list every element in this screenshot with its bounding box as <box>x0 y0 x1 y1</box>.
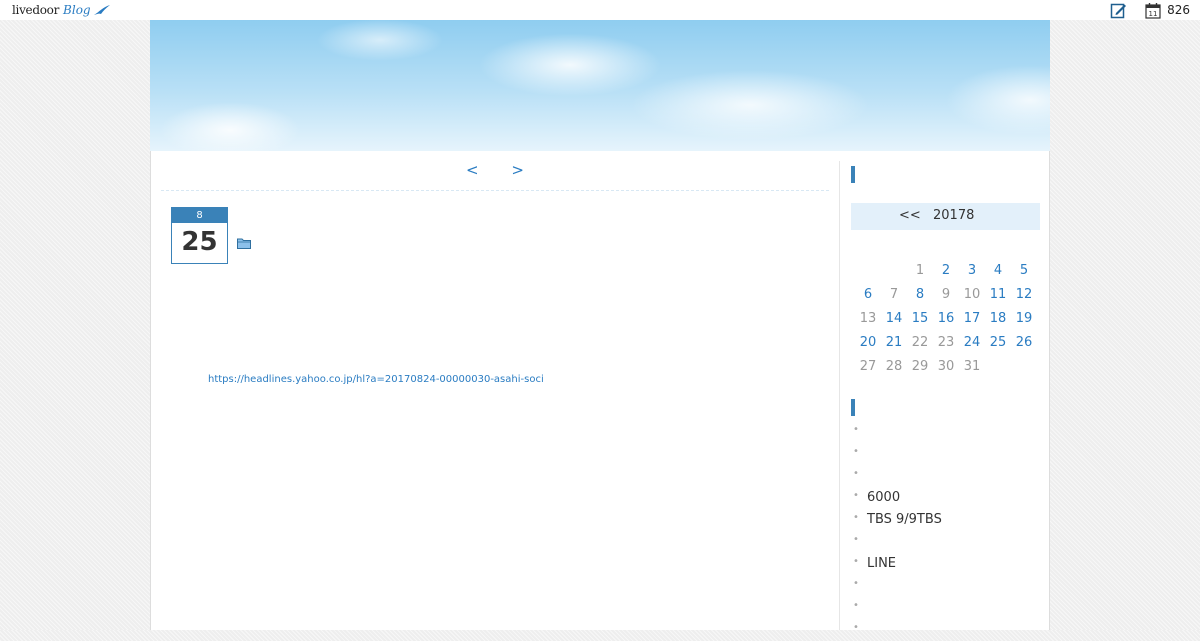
calendar-day: 13 <box>859 310 877 326</box>
calendar-header: << 20178 <box>851 203 1040 230</box>
entry-month: 8 <box>172 208 227 223</box>
calendar-empty-cell <box>855 258 881 282</box>
calendar-grid: 1 2 3 4 5 6 7 8 9 10 11 12 13 14 15 16 17 18 19 20 21 22 23 24 2… <box>855 258 1037 378</box>
header-banner[interactable] <box>150 20 1050 151</box>
calendar-empty-cell <box>985 354 1011 378</box>
calendar-day: 10 <box>963 286 981 302</box>
recent-entries-list: 6000TBS 9/9TBS LINE <box>853 419 942 641</box>
main-column: < > 8 25 https://headlines.yahoo.co.jp/h… <box>161 151 829 630</box>
recent-entry-item[interactable]: TBS 9/9TBS <box>853 507 942 531</box>
calendar-day[interactable]: 25 <box>985 330 1011 354</box>
logo-blog-text: Blog <box>63 3 91 17</box>
calendar-day[interactable]: 16 <box>933 306 959 330</box>
calendar-day[interactable]: 2 <box>933 258 959 282</box>
calendar-day: 27 <box>859 358 877 374</box>
calendar-day[interactable]: 26 <box>1011 330 1037 354</box>
calendar-day: 30 <box>937 358 955 374</box>
entry-date-badge: 8 25 <box>171 207 228 264</box>
calendar-title: 20178 <box>933 208 975 223</box>
recent-entry-item[interactable] <box>853 419 942 443</box>
calendar-day[interactable]: 15 <box>907 306 933 330</box>
prev-entry-link[interactable]: < <box>466 161 479 179</box>
calendar-section-marker <box>851 166 855 183</box>
calendar-day[interactable]: 17 <box>959 306 985 330</box>
calendar-empty-cell <box>1011 354 1037 378</box>
visitor-counter: 826 <box>1167 3 1190 17</box>
calendar-day: 7 <box>889 286 899 302</box>
recent-entry-item[interactable]: 6000 <box>853 485 942 509</box>
livedoor-blog-logo[interactable]: livedoor Blog <box>12 0 111 20</box>
calendar-day: 1 <box>915 262 925 278</box>
calendar-day[interactable]: 4 <box>985 258 1011 282</box>
calendar-week: 27 28 29 30 31 <box>855 354 1037 378</box>
calendar-day[interactable]: 20 <box>855 330 881 354</box>
calendar-day[interactable]: 6 <box>855 282 881 306</box>
recent-entry-item[interactable] <box>853 441 942 465</box>
recent-entry-item[interactable] <box>853 595 942 619</box>
calendar-icon-day: 11 <box>1149 10 1158 18</box>
entry-pager: < > <box>161 161 829 189</box>
calendar-day[interactable]: 24 <box>959 330 985 354</box>
calendar-day: 31 <box>963 358 981 374</box>
calendar-day[interactable]: 21 <box>881 330 907 354</box>
recent-entry-item[interactable] <box>853 617 942 641</box>
content-area: < > 8 25 https://headlines.yahoo.co.jp/h… <box>150 151 1050 639</box>
recent-entry-item[interactable]: LINE <box>853 551 942 575</box>
pager-divider <box>161 190 829 191</box>
calendar-day: 22 <box>911 334 929 350</box>
calendar-day[interactable]: 5 <box>1011 258 1037 282</box>
recent-section-marker <box>851 399 855 416</box>
top-bar: livedoor Blog 11 826 <box>0 0 1200 20</box>
calendar-prev-link[interactable]: << <box>899 208 921 223</box>
recent-entry-item[interactable] <box>853 529 942 553</box>
recent-entry-item[interactable] <box>853 463 942 487</box>
folder-icon[interactable] <box>237 237 251 249</box>
next-entry-link[interactable]: > <box>511 161 524 179</box>
calendar-day[interactable]: 14 <box>881 306 907 330</box>
calendar-week: 13 14 15 16 17 18 19 <box>855 306 1037 330</box>
calendar-week: 6 7 8 9 10 11 12 <box>855 282 1037 306</box>
calendar-day[interactable]: 18 <box>985 306 1011 330</box>
calendar-day[interactable]: 3 <box>959 258 985 282</box>
entry-day: 25 <box>181 227 218 257</box>
logo-livedoor-text: livedoor <box>12 3 60 17</box>
calendar-icon[interactable]: 11 <box>1145 2 1161 19</box>
calendar-week: 20 21 22 23 24 25 26 <box>855 330 1037 354</box>
calendar-day[interactable]: 12 <box>1011 282 1037 306</box>
calendar-day[interactable]: 8 <box>907 282 933 306</box>
calendar-day: 23 <box>937 334 955 350</box>
recent-entry-item[interactable] <box>853 573 942 597</box>
column-divider <box>839 161 840 630</box>
calendar-day: 29 <box>911 358 929 374</box>
calendar-empty-cell <box>881 258 907 282</box>
calendar-week: 12345 <box>855 258 1037 282</box>
calendar-day: 9 <box>941 286 951 302</box>
edit-icon[interactable] <box>1110 2 1127 19</box>
calendar-day[interactable]: 19 <box>1011 306 1037 330</box>
calendar-day: 28 <box>885 358 903 374</box>
article-source-link[interactable]: https://headlines.yahoo.co.jp/hl?a=20170… <box>208 374 544 385</box>
bird-icon <box>93 5 110 15</box>
sidebar: << 20178 1 2 3 4 5 6 7 8 9 10 11 12 13 14 15 16 17 18 19 20… <box>851 151 1040 639</box>
calendar-day[interactable]: 11 <box>985 282 1011 306</box>
